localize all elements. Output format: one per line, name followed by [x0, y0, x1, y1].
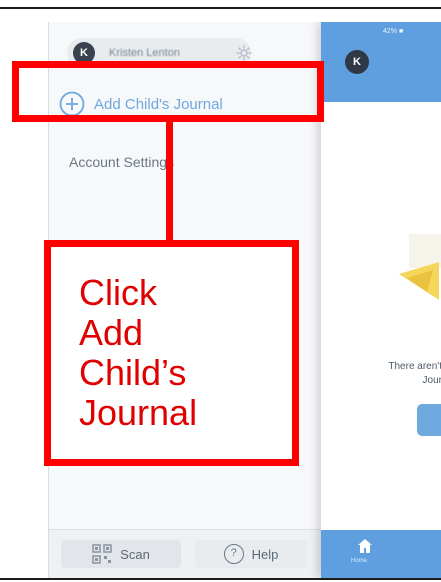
help-circle-icon: ?	[223, 544, 244, 564]
app-tab-bar: Home	[321, 530, 441, 578]
callout-line: Child’s	[79, 352, 187, 393]
drawer-bottom-bar: Scan ? Help	[49, 529, 321, 578]
app-main-panel: 42% ■ K There aren't Jour Home	[321, 22, 441, 578]
gear-icon[interactable]	[235, 44, 253, 62]
callout-connector	[166, 122, 173, 240]
empty-state-text: There aren't Jour	[321, 360, 441, 388]
create-journal-button[interactable]	[417, 404, 441, 436]
home-tab-label: Home	[351, 558, 368, 564]
highlight-box	[12, 61, 324, 122]
status-bar-text: 42% ■	[383, 28, 404, 35]
home-icon[interactable]	[357, 538, 373, 554]
top-rule	[0, 7, 441, 9]
bottom-rule	[0, 578, 441, 580]
app-header: 42% ■ K	[321, 22, 441, 102]
qr-code-icon	[92, 544, 112, 564]
empty-state-line-2: Jour	[422, 375, 441, 386]
instruction-callout: Click Add Child’s Journal	[44, 240, 299, 466]
envelope-illustration-icon	[399, 234, 441, 300]
empty-state-line-1: There aren't	[388, 361, 441, 372]
scan-button[interactable]: Scan	[61, 540, 181, 568]
callout-line: Add	[79, 312, 144, 353]
callout-text: Click Add Child’s Journal	[79, 273, 197, 433]
scan-label: Scan	[120, 546, 150, 562]
header-avatar[interactable]: K	[345, 50, 369, 74]
tutorial-screenshot: K Kristen Lenton Add Child's Journal Acc…	[0, 0, 441, 582]
help-button[interactable]: ? Help	[195, 540, 307, 568]
help-label: Help	[251, 546, 279, 562]
profile-name: Kristen Lenton	[109, 47, 180, 59]
callout-line: Journal	[79, 392, 198, 433]
callout-line: Click	[79, 272, 157, 313]
account-settings-item[interactable]: Account Settings	[69, 154, 174, 170]
